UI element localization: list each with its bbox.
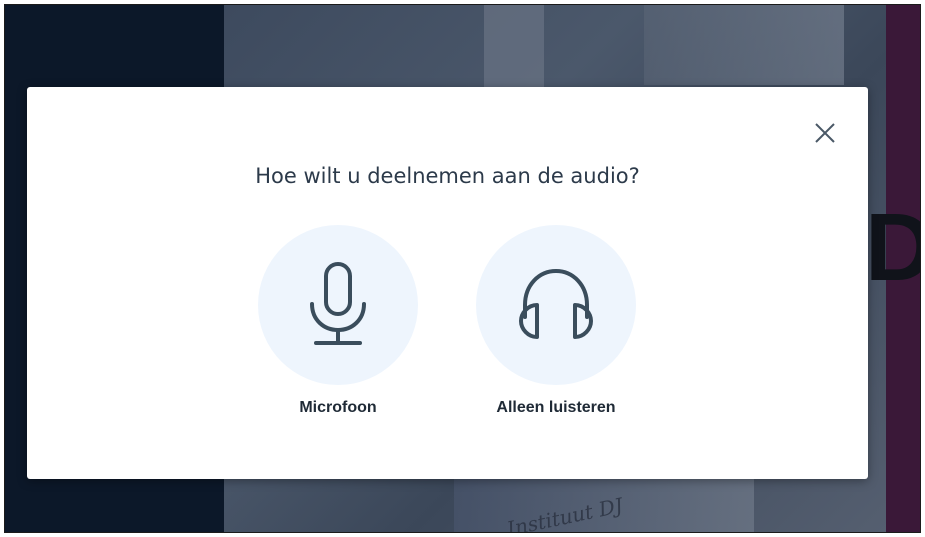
- microphone-circle[interactable]: [258, 225, 418, 385]
- headphones-icon: [519, 268, 593, 339]
- close-icon: [815, 123, 835, 143]
- microphone-option-label: Microfoon: [299, 399, 377, 416]
- listen-only-option-label: Alleen luisteren: [496, 399, 616, 416]
- microphone-option-button[interactable]: Microfoon: [238, 225, 438, 417]
- headphones-circle[interactable]: [476, 225, 636, 385]
- microphone-icon: [310, 262, 366, 345]
- background-letter: D: [865, 200, 920, 290]
- close-button[interactable]: [809, 117, 841, 149]
- listen-only-option-button[interactable]: Alleen luisteren: [456, 225, 656, 417]
- dialog-title: Hoe wilt u deelnemen aan de audio?: [255, 164, 640, 188]
- audio-join-dialog: Hoe wilt u deelnemen aan de audio? Micro…: [27, 87, 868, 479]
